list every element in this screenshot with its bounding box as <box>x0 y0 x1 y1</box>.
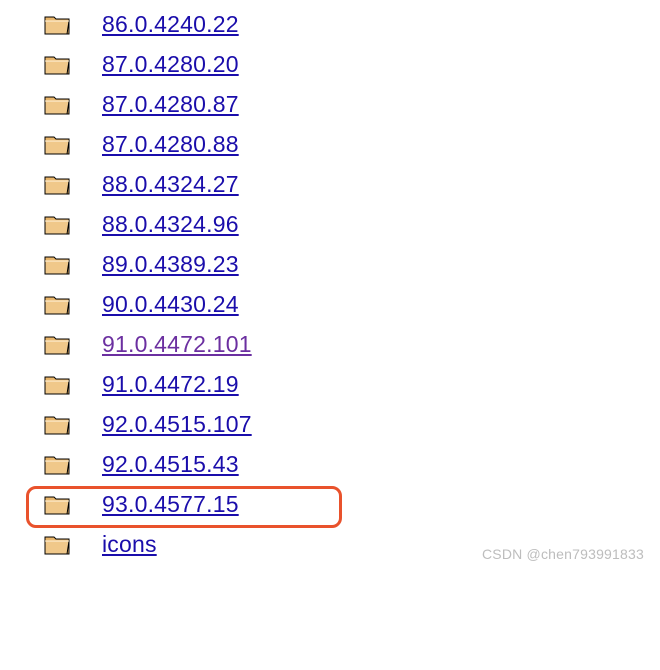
list-item: 93.0.4577.15 <box>44 484 660 524</box>
directory-link[interactable]: 88.0.4324.96 <box>102 211 239 238</box>
list-item: 92.0.4515.43 <box>44 444 660 484</box>
directory-link[interactable]: 87.0.4280.20 <box>102 51 239 78</box>
list-item: 88.0.4324.96 <box>44 204 660 244</box>
folder-icon <box>44 412 70 436</box>
list-item: 88.0.4324.27 <box>44 164 660 204</box>
directory-link[interactable]: 92.0.4515.107 <box>102 411 252 438</box>
list-item: 86.0.4240.22 <box>44 4 660 44</box>
directory-link[interactable]: 86.0.4240.22 <box>102 11 239 38</box>
list-item: 87.0.4280.20 <box>44 44 660 84</box>
folder-icon <box>44 492 70 516</box>
folder-icon <box>44 92 70 116</box>
folder-icon <box>44 332 70 356</box>
directory-link[interactable]: icons <box>102 531 157 558</box>
list-item: 87.0.4280.87 <box>44 84 660 124</box>
list-item: 91.0.4472.101 <box>44 324 660 364</box>
directory-link[interactable]: 87.0.4280.87 <box>102 91 239 118</box>
directory-link[interactable]: 91.0.4472.19 <box>102 371 239 398</box>
folder-icon <box>44 212 70 236</box>
directory-listing: 86.0.4240.22 87.0.4280.20 87.0.4280.87 87.0… <box>0 4 660 564</box>
directory-link[interactable]: 90.0.4430.24 <box>102 291 239 318</box>
list-item: 91.0.4472.19 <box>44 364 660 404</box>
folder-icon <box>44 292 70 316</box>
list-item: 89.0.4389.23 <box>44 244 660 284</box>
list-item: 92.0.4515.107 <box>44 404 660 444</box>
directory-link[interactable]: 88.0.4324.27 <box>102 171 239 198</box>
folder-icon <box>44 52 70 76</box>
list-item: 87.0.4280.88 <box>44 124 660 164</box>
folder-icon <box>44 252 70 276</box>
folder-icon <box>44 452 70 476</box>
directory-link[interactable]: 89.0.4389.23 <box>102 251 239 278</box>
list-item: 90.0.4430.24 <box>44 284 660 324</box>
watermark-text: CSDN @chen793991833 <box>482 546 644 562</box>
folder-icon <box>44 172 70 196</box>
directory-link[interactable]: 87.0.4280.88 <box>102 131 239 158</box>
folder-icon <box>44 532 70 556</box>
folder-icon <box>44 132 70 156</box>
folder-icon <box>44 12 70 36</box>
directory-link[interactable]: 93.0.4577.15 <box>102 491 239 518</box>
directory-link[interactable]: 91.0.4472.101 <box>102 331 252 358</box>
folder-icon <box>44 372 70 396</box>
directory-link[interactable]: 92.0.4515.43 <box>102 451 239 478</box>
